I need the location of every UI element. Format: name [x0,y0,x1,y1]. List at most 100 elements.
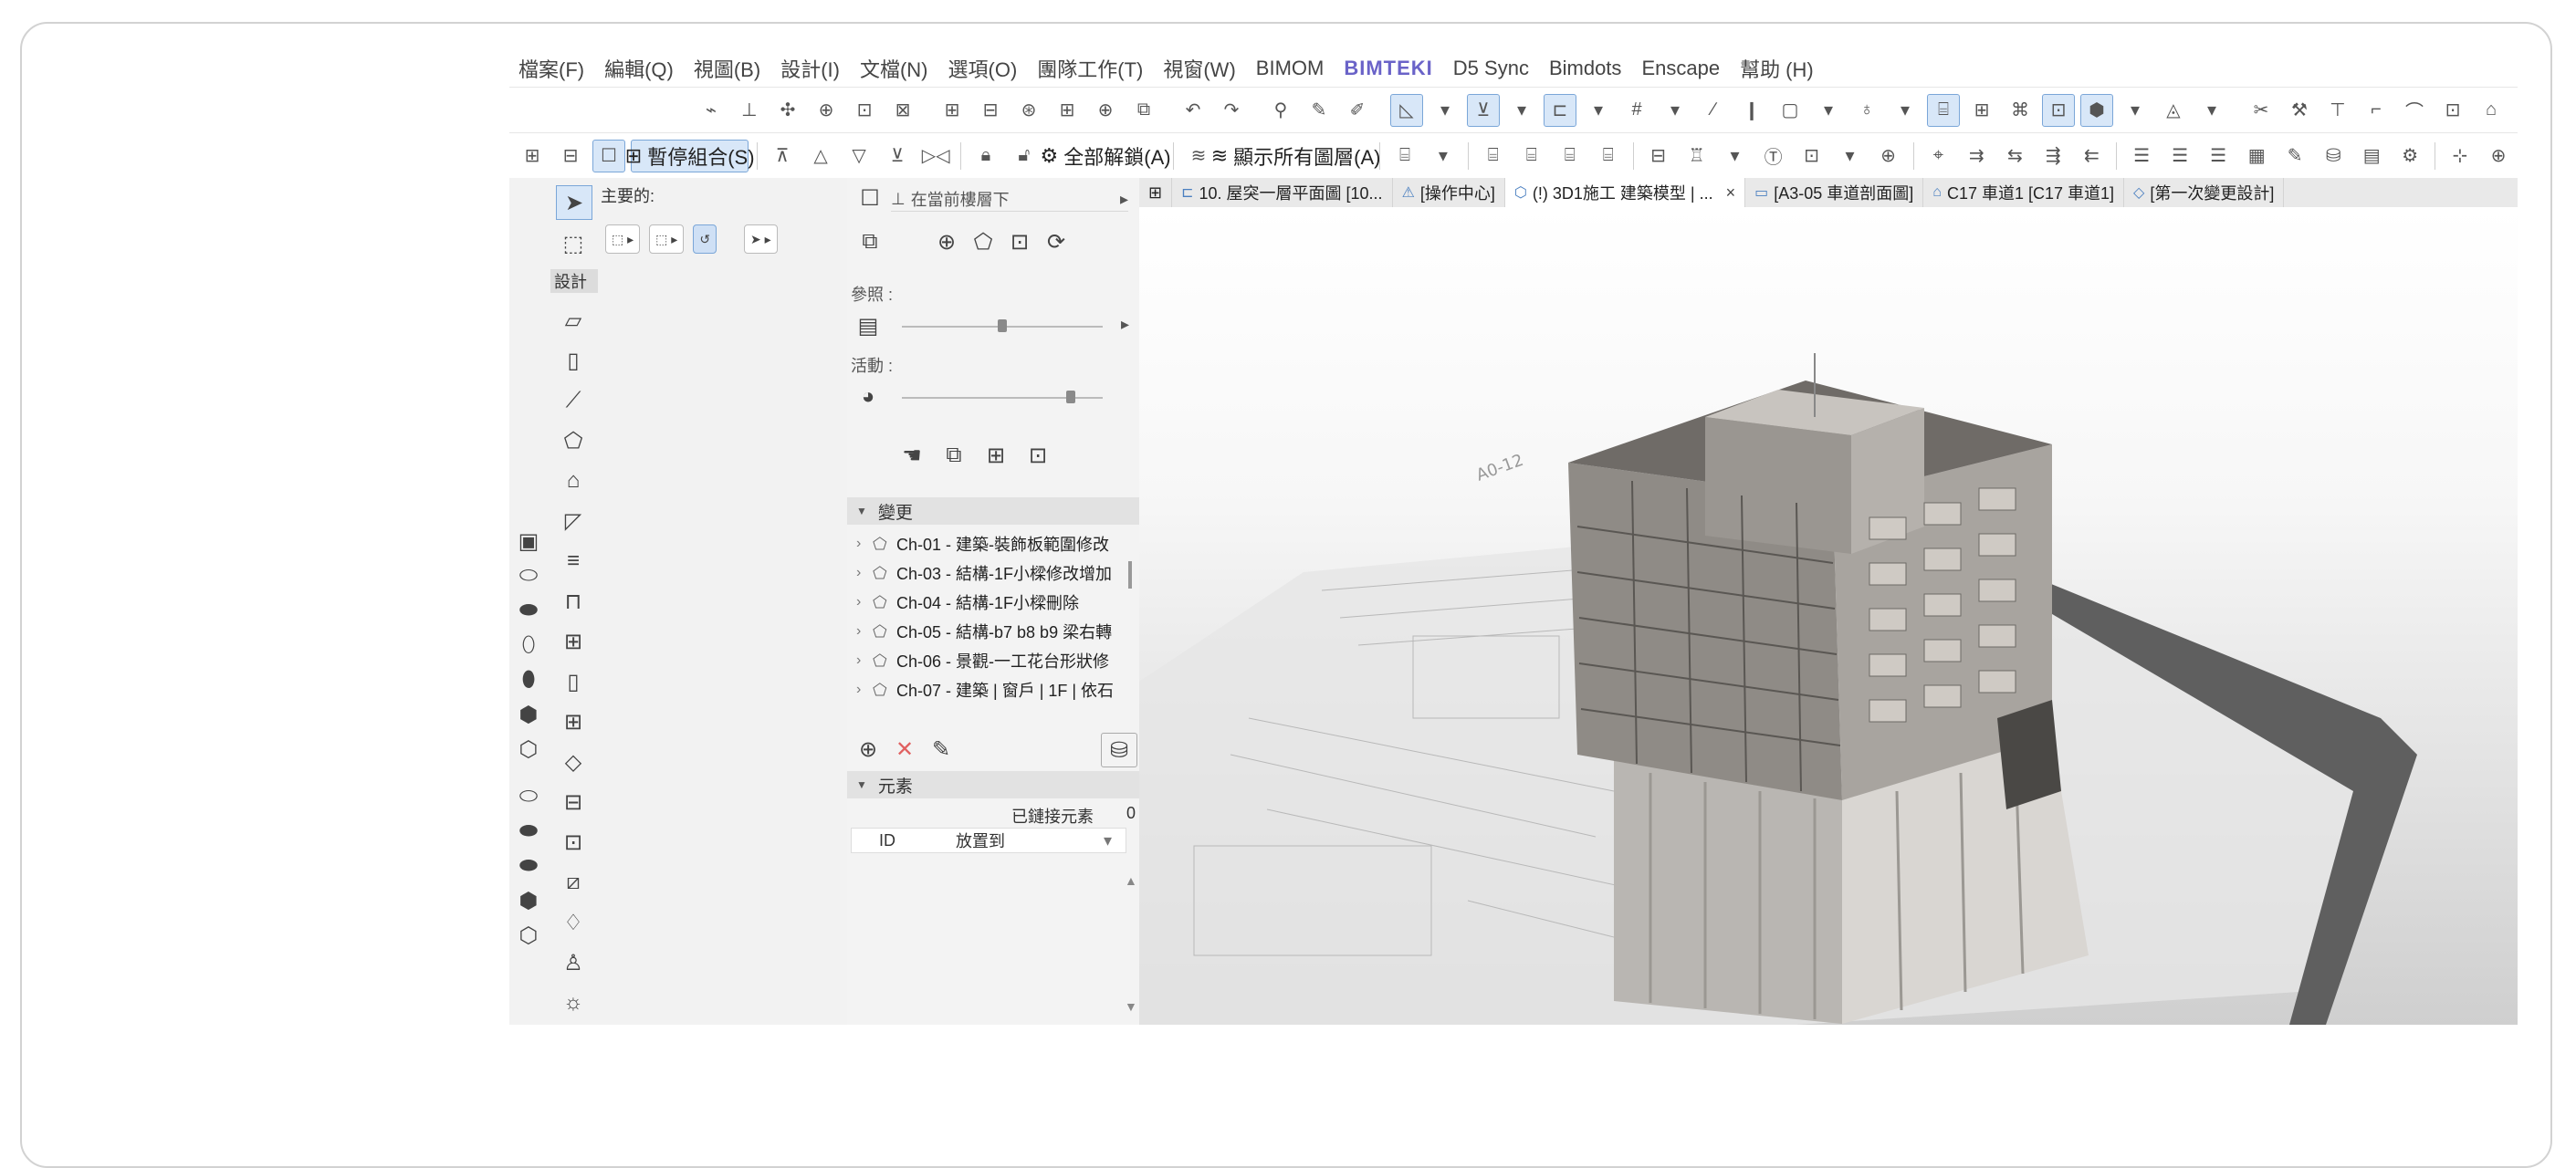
morph-tool-icon[interactable]: ⬢ [511,698,546,731]
new-3d-icon[interactable]: ⊛ [1012,94,1045,127]
snap-icon[interactable]: ⊻ [1467,93,1500,127]
dropdown-icon[interactable]: ▾ [1812,94,1845,127]
ungroup-icon[interactable]: ⊟ [554,140,587,172]
scrollbar[interactable] [1128,561,1132,589]
dropdown-icon[interactable]: ▾ [1834,140,1867,172]
scroll-down-icon[interactable]: ▼ [1125,999,1137,1014]
edit-icon[interactable]: ⊡ [1002,225,1037,258]
close-icon[interactable]: × [1726,183,1736,203]
curtain-wall-tool-icon[interactable]: ⊞ [556,625,591,658]
column-tool-icon[interactable]: ▯ [556,344,591,377]
bring-forward-icon[interactable]: △ [804,140,837,172]
split-icon[interactable]: ⊡ [2436,94,2469,127]
corner-icon[interactable]: ⌐ [2360,94,2393,127]
hand-icon[interactable]: ☚ [895,439,929,472]
label-tool-icon[interactable]: ⬭ [511,780,546,813]
link-icon[interactable]: ✎ [924,733,958,766]
layers-icon[interactable]: ≋ [1182,140,1215,172]
stairs-icon[interactable]: ⌸ [1927,93,1960,127]
curtain-wall-icon[interactable]: ⬯ [511,629,546,662]
add-shape-icon[interactable]: ⊕ [929,225,964,258]
changes-header[interactable]: ▼ 變更 [847,497,1139,525]
undo-icon[interactable]: ↶ [1177,94,1209,127]
menu-options[interactable]: 選項(O) [948,54,1018,83]
elements-header[interactable]: ▼ 元素 [847,771,1139,798]
circle-a-icon[interactable]: ◬ [2157,94,2190,127]
new-layout-icon[interactable]: ⧉ [1127,94,1160,127]
roof-icon[interactable]: ⌂ [2475,94,2508,127]
active-color-icon[interactable]: ◕ [851,381,885,413]
dropdown-icon[interactable]: ▾ [1427,140,1460,172]
coordinate-icon[interactable]: ⊹ [2444,140,2477,172]
shell-tool-icon[interactable]: ◸ [556,505,591,537]
story-icon[interactable]: ⌸ [1388,140,1421,172]
list-item[interactable]: › ⬠ Ch-01 - 建築-裝飾板範圍修改 [856,529,1126,558]
stair-tool-icon[interactable]: ≡ [556,545,591,578]
section-icon[interactable]: ⊟ [1642,140,1675,172]
magic-wand-icon[interactable]: ⚒ [2283,94,2316,127]
annotate-icon[interactable]: ✎ [2278,140,2311,172]
distribute-icon[interactable]: ⇇ [2075,140,2108,172]
building-add-icon[interactable]: ⌸ [1554,140,1586,172]
zone-tool-icon[interactable]: ⊡ [556,826,591,859]
dropdown-icon[interactable]: ▾ [1889,94,1922,127]
send-backward-icon[interactable]: ▽ [843,140,875,172]
edit-layer-icon[interactable]: ⊡ [1021,439,1055,472]
level-tool-icon[interactable]: ⬬ [511,850,546,882]
compare-icon[interactable]: ⊞ [979,439,1013,472]
id-column-header[interactable]: ID [852,831,956,850]
align-right-icon[interactable]: ☰ [2202,140,2235,172]
skylight-tool-icon[interactable]: ⬡ [511,733,546,766]
mirror-icon[interactable]: ⇆ [1998,140,2031,172]
copy-icon[interactable]: ⧉ [853,225,887,258]
tab-change-design[interactable]: ◇ [第一次變更設計] [2124,178,2285,207]
new-section-icon[interactable]: ⊟ [974,94,1007,127]
globe-icon[interactable]: ⊕ [1872,140,1905,172]
list-item[interactable]: › ⬠ Ch-03 - 結構-1F小樑修改增加 [856,558,1126,588]
wall-tool-icon[interactable]: ▱ [556,304,591,337]
ortho-icon[interactable]: ◺ [1390,93,1423,127]
offset-icon[interactable]: ⇶ [2037,140,2069,172]
reference-color-icon[interactable]: ▤ [851,309,885,342]
menu-help[interactable]: 幫助 (H) [1740,54,1814,83]
camera-icon[interactable]: ⊡ [848,94,881,127]
slab-tool-icon[interactable]: ⬠ [556,424,591,457]
menu-bimdots[interactable]: Bimdots [1549,57,1621,80]
redo-icon[interactable]: ↷ [1215,94,1248,127]
refresh-icon[interactable]: ⟳ [1039,225,1073,258]
fillet-icon[interactable]: ⌒ [2398,94,2431,127]
render-icon[interactable]: ⊠ [886,94,919,127]
align-left-icon[interactable]: ☰ [2125,140,2158,172]
zone-tool-icon[interactable]: ⌖ [1922,140,1954,172]
shell-tool-icon[interactable]: ⬮ [511,663,546,696]
bring-front-icon[interactable]: ⊼ [766,140,799,172]
syringe-icon[interactable]: ✐ [1341,94,1374,127]
partial-select-icon[interactable]: ⬚ ▸ [605,224,641,254]
menu-window[interactable]: 視窗(W) [1163,54,1235,83]
pencil-icon[interactable]: ❙ [1735,94,1768,127]
save-icon[interactable]: ⊡ [1796,140,1828,172]
group-icon[interactable]: ⊡ [2042,93,2075,127]
dropdown-icon[interactable]: ▾ [2119,94,2152,127]
schedule-icon[interactable]: ▤ [2355,140,2388,172]
move-icon[interactable]: ✣ [771,94,804,127]
fill-tool-icon[interactable]: ⬡ [511,919,546,952]
send-back-icon[interactable]: ⊻ [881,140,914,172]
opening-tool-icon[interactable]: ⊟ [556,786,591,819]
view-cube-icon[interactable]: ⬢ [2080,93,2113,127]
menu-document[interactable]: 文檔(N) [860,54,928,83]
tab-3d-model[interactable]: ⬡ (!) 3D1施工 建築模型 | ... × [1504,178,1746,207]
text-size-icon[interactable]: Ⓣ [1757,140,1790,172]
tab-list-icon[interactable]: ⊞ [1139,178,1173,207]
pointer-select-icon[interactable]: ➤ ▸ [744,224,778,254]
marquee-tool-icon[interactable]: ⬚ [556,227,591,260]
menu-teamwork[interactable]: 團隊工作(T) [1037,54,1143,83]
guide-icon[interactable]: ⊏ [1544,93,1576,127]
menu-file[interactable]: 檔案(F) [518,54,584,83]
show-all-layers-button[interactable]: ≋ 顯示所有圖層(A) [1211,140,1381,172]
story-dropdown[interactable]: ⊥ 在當前樓層下 ▸ [891,187,1128,212]
dropdown-icon[interactable]: ▾ [1582,94,1615,127]
menu-enscape[interactable]: Enscape [1641,57,1720,80]
bottle-icon[interactable]: ♁ [1850,94,1883,127]
scissors-icon[interactable]: ✂ [2245,94,2278,127]
